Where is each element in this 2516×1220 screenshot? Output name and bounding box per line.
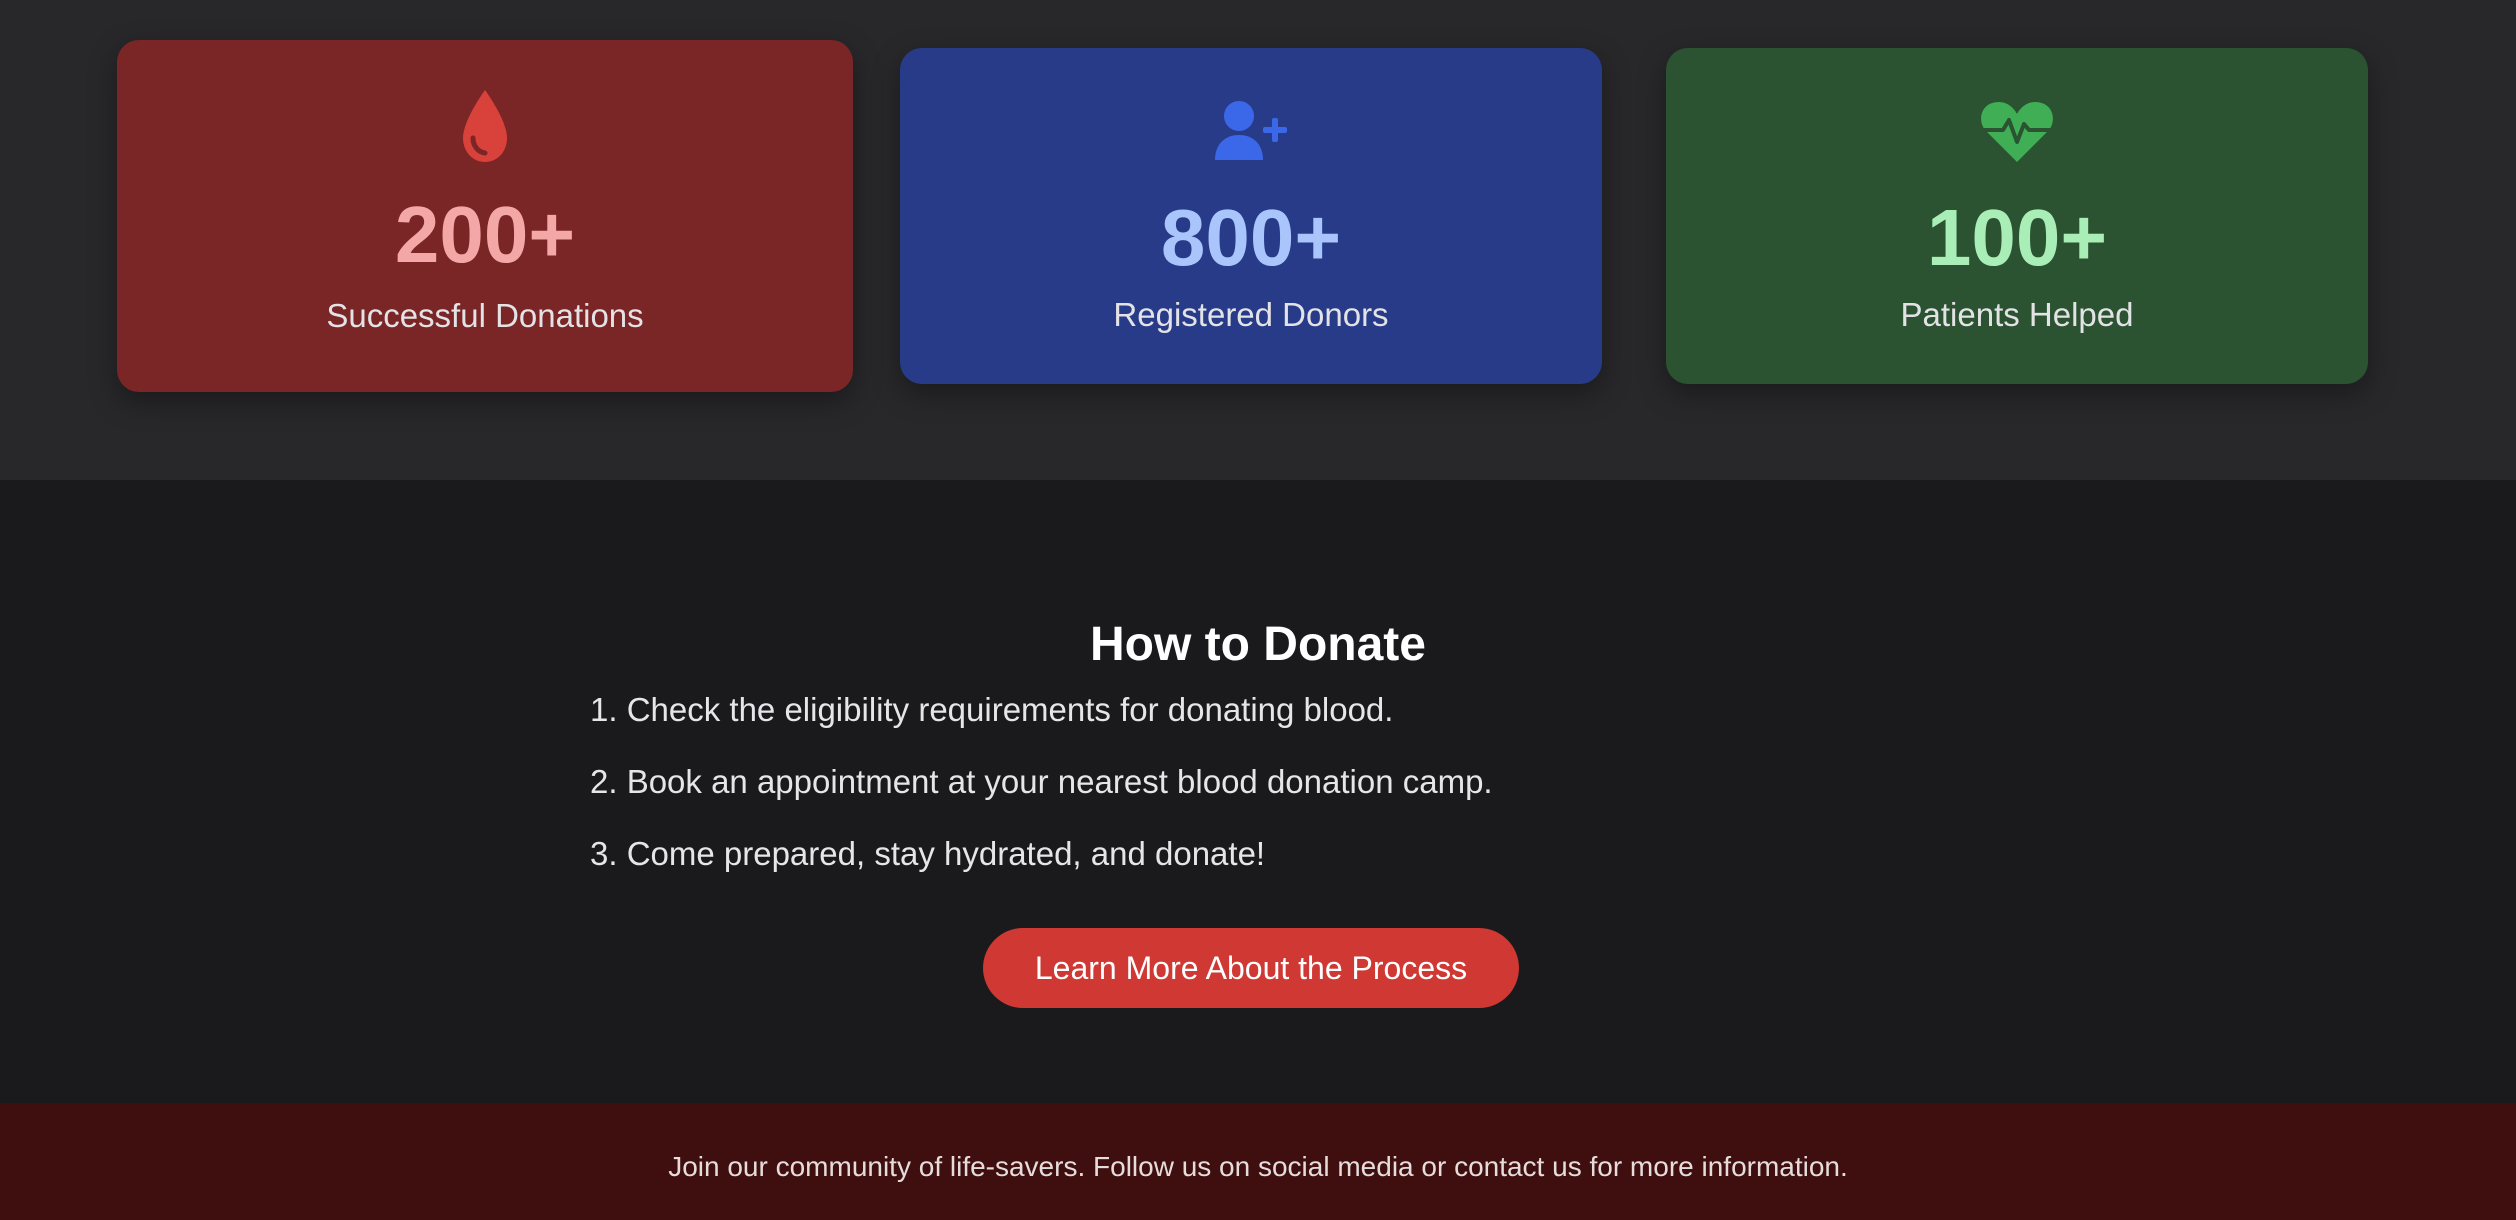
stat-card-patients: 100+ Patients Helped — [1666, 48, 2368, 384]
step-item: 1. Check the eligibility requirements fo… — [590, 691, 1394, 728]
stat-label: Successful Donations — [326, 297, 644, 334]
stat-value: 800+ — [1160, 193, 1342, 282]
donation-steps-list: 1. Check the eligibility requirements fo… — [590, 690, 1493, 906]
stat-value: 100+ — [1926, 193, 2108, 282]
stat-label: Patients Helped — [1900, 296, 2134, 333]
footer-text: Join our community of life-savers. Follo… — [668, 1151, 1848, 1182]
add-user-icon — [1213, 100, 1289, 167]
section-title: How to Donate — [1090, 617, 1426, 671]
step-item: 2. Book an appointment at your nearest b… — [590, 763, 1493, 800]
blood-drop-icon — [457, 88, 513, 169]
stat-value: 200+ — [394, 190, 576, 279]
step-item: 3. Come prepared, stay hydrated, and don… — [590, 835, 1266, 872]
stat-card-donors: 800+ Registered Donors — [900, 48, 1602, 384]
learn-more-button[interactable]: Learn More About the Process — [983, 928, 1519, 1008]
stat-card-donations: 200+ Successful Donations — [117, 40, 853, 392]
heart-pulse-icon — [1979, 98, 2055, 169]
stat-label: Registered Donors — [1113, 296, 1389, 333]
stats-section: 200+ Successful Donations 800+ Registere… — [0, 0, 2516, 480]
footer: Join our community of life-savers. Follo… — [0, 1103, 2516, 1220]
how-to-donate-section: How to Donate 1. Check the eligibility r… — [0, 480, 2516, 1103]
